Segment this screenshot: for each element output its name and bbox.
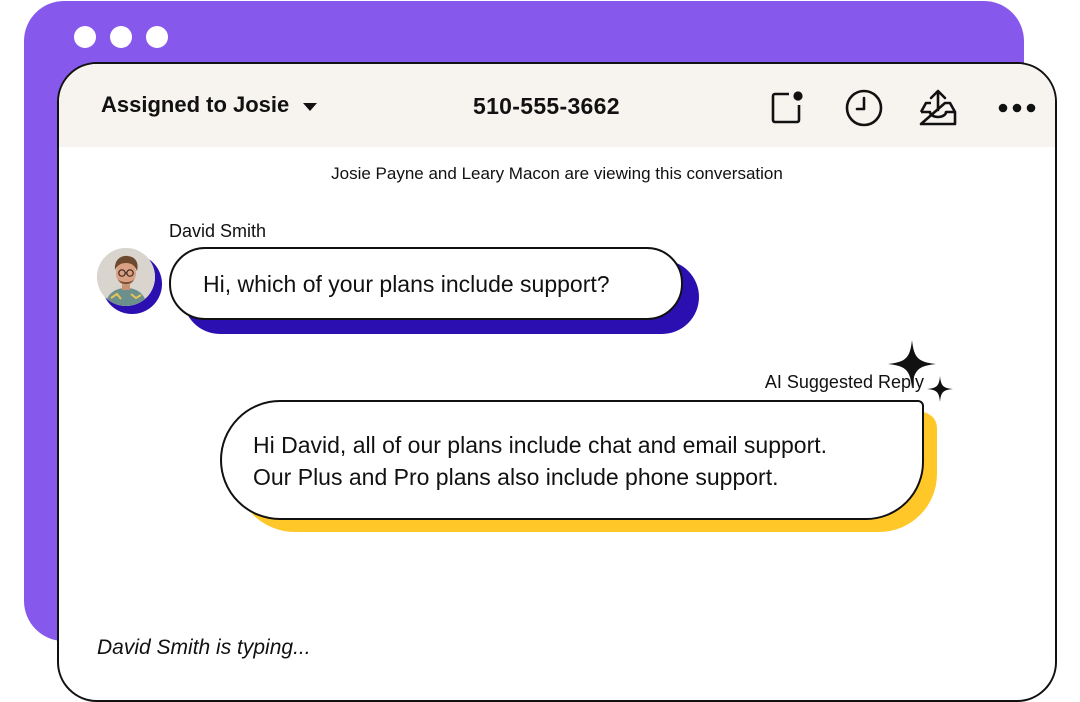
assignment-dropdown[interactable]: Assigned to Josie: [101, 92, 318, 118]
suggested-reply-bubble[interactable]: Hi David, all of our plans include chat …: [220, 400, 924, 520]
note-button[interactable]: [765, 86, 809, 130]
window-controls: [74, 26, 168, 48]
sparkle-icon: [888, 340, 953, 402]
window-dot[interactable]: [74, 26, 96, 48]
avatar[interactable]: [97, 248, 155, 306]
typing-indicator: David Smith is typing...: [97, 636, 311, 659]
assignment-label: Assigned to Josie: [101, 92, 290, 117]
archive-button[interactable]: [916, 86, 960, 130]
more-button[interactable]: [995, 86, 1039, 130]
conversation-header: Assigned to Josie 510-555-3662: [59, 64, 1055, 147]
person-avatar-icon: [97, 248, 155, 306]
sender-name: David Smith: [169, 221, 267, 241]
phone-number: 510-555-3662: [473, 93, 620, 119]
inbox-upload-icon: [919, 89, 957, 126]
clock-icon: [845, 89, 883, 127]
incoming-message-bubble: Hi, which of your plans include support?: [169, 247, 683, 320]
window-dot[interactable]: [110, 26, 132, 48]
incoming-message-text: Hi, which of your plans include support?: [203, 271, 610, 297]
suggested-reply-line: Our Plus and Pro plans also include phon…: [253, 464, 779, 490]
viewers-notice: Josie Payne and Leary Macon are viewing …: [331, 164, 783, 183]
suggested-reply-line: Hi David, all of our plans include chat …: [253, 432, 828, 458]
note-icon: [771, 91, 803, 124]
window-dot[interactable]: [146, 26, 168, 48]
history-button[interactable]: [842, 86, 886, 130]
more-icon: [998, 103, 1036, 113]
caret-down-icon: [303, 102, 318, 111]
